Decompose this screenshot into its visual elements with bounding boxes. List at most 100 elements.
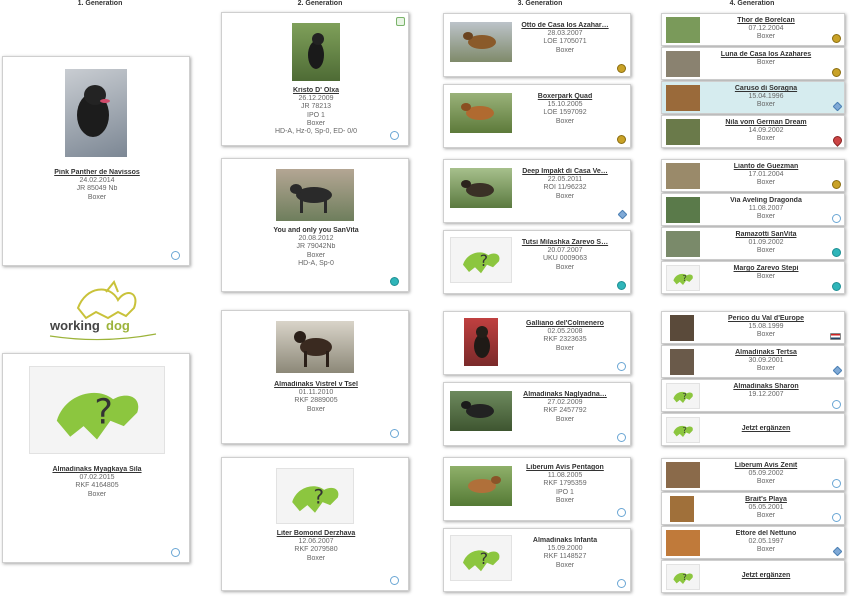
dog-name-link[interactable]: Almadinaks Myagkaya Sila [7,466,187,474]
gold-medal-icon[interactable] [617,64,626,73]
pedigree-card-gen1-2[interactable]: ? Almadinaks Myagkaya Sila 07.02.2015 RK… [2,353,190,563]
blue-circle-icon[interactable] [617,508,626,517]
pin-icon[interactable] [831,134,844,147]
dog-name-link[interactable]: Nila vom German Dream [704,119,828,127]
dog-name-link[interactable]: Perico du Val d'Europe [704,315,828,323]
pedigree-card-gen3-4[interactable]: ? Tutsi Milashka Zarevo S… 20.07.2007 UK… [443,230,631,294]
teal-circle-icon[interactable] [390,277,399,286]
teal-circle-icon[interactable] [832,248,841,257]
pedigree-card-gen3-8[interactable]: ? Almadinaks Infanta 15.09.2000 RKF 1148… [443,528,631,592]
placeholder-dog-image: ? [450,535,512,581]
dog-name-link[interactable]: Almadinaks Sharon [704,383,828,391]
gold-medal-icon[interactable] [832,68,841,77]
pedigree-card-gen4-12[interactable]: ? Jetzt ergänzen [661,413,845,446]
blue-circle-icon[interactable] [832,479,841,488]
pedigree-card-gen2-3[interactable]: Almadinaks Vistrel v Tsel 01.11.2010 RKF… [221,310,409,444]
dog-info-line: 17.01.2004 [748,171,784,179]
blue-circle-icon[interactable] [171,548,180,557]
pedigree-card-gen4-4[interactable]: Nila vom German Dream 14.09.2002 Boxer [661,115,845,148]
dog-photo [666,163,700,189]
diamond-icon[interactable] [832,546,843,557]
placeholder-dog-image: ? [666,383,700,409]
pedigree-card-gen3-6[interactable]: Almadinaks Naglyadna… 27.02.2009 RKF 245… [443,382,631,446]
dog-name-link[interactable]: Liter Bomond Derzhava [226,530,406,538]
placeholder-dog-image: ? [450,237,512,283]
dog-info-line: 28.03.2007 [547,30,583,38]
gold-medal-icon[interactable] [832,180,841,189]
dog-name-link[interactable]: Almadinaks Naglyadna… [516,391,614,399]
dog-name-link[interactable]: Liberum Avis Zenit [704,462,828,470]
pedigree-card-gen4-13[interactable]: Liberum Avis Zenit 05.09.2002 Boxer [661,458,845,491]
play-icon[interactable] [396,17,405,26]
dog-info-line: RKF 2079580 [294,546,338,554]
dog-name-link[interactable]: Brait's Playa [704,496,828,504]
svg-text:?: ? [480,252,488,270]
dog-name-link[interactable]: Caruso di Soragna [704,85,828,93]
flag-icon[interactable] [830,333,841,340]
pedigree-card-gen2-1[interactable]: Kristo D' Olxa 26.12.2009 JR 78213 IPO 1… [221,12,409,146]
blue-circle-icon[interactable] [617,362,626,371]
blue-circle-icon[interactable] [617,579,626,588]
pedigree-card-gen4-6[interactable]: Via Aveling Dragonda 11.08.2007 Boxer [661,193,845,226]
pedigree-card-gen2-2[interactable]: You and only you SanVita 20.08.2012 JR 7… [221,158,409,292]
blue-circle-icon[interactable] [832,400,841,409]
pedigree-card-gen4-3[interactable]: Caruso di Soragna 15.04.1996 Boxer [661,81,845,114]
diamond-icon[interactable] [832,365,843,376]
teal-circle-icon[interactable] [832,282,841,291]
pedigree-card-gen3-1[interactable]: Otto de Casa los Azahar… 28.03.2007 LOE … [443,13,631,77]
dog-name-link[interactable]: Luna de Casa los Azahares [704,51,828,59]
dog-name-link[interactable]: Lianto de Guezman [704,163,828,171]
teal-circle-icon[interactable] [617,281,626,290]
blue-circle-icon[interactable] [171,251,180,260]
dog-name-link[interactable]: Galliano del'Colmenero [516,320,614,328]
diamond-icon[interactable] [617,209,628,220]
pedigree-card-gen4-2[interactable]: Luna de Casa los Azahares Boxer [661,47,845,80]
add-ancestor-link[interactable]: Jetzt ergänzen [704,425,828,433]
dog-name-link[interactable]: Thor de Borelcan [704,17,828,25]
blue-circle-icon[interactable] [832,513,841,522]
dog-name-link[interactable]: Deep Impakt di Casa Ve… [516,168,614,176]
gold-medal-icon[interactable] [832,34,841,43]
pedigree-card-gen4-8[interactable]: ? Margo Zarevo Stepi Boxer [661,261,845,294]
diamond-icon[interactable] [832,101,843,112]
pedigree-card-gen3-2[interactable]: Boxerpark Quad 15.10.2005 LOE 1597092 Bo… [443,84,631,148]
dog-info-line: Boxer [756,546,776,554]
pedigree-card-gen3-5[interactable]: Galliano del'Colmenero 02.05.2008 RKF 23… [443,311,631,375]
blue-circle-icon[interactable] [390,429,399,438]
dog-name-link[interactable]: Tutsi Milashka Zarevo S… [516,239,614,247]
pedigree-card-gen1-1[interactable]: Pink Panther de Navissos 24.02.2014 JR 8… [2,56,190,266]
dog-name-link[interactable]: Almadinaks Vistrel v Tsel [226,381,406,389]
pedigree-card-gen2-4[interactable]: ? Liter Bomond Derzhava 12.06.2007 RKF 2… [221,457,409,591]
dog-name-link[interactable]: Otto de Casa los Azahar… [516,22,614,30]
pedigree-card-gen4-14[interactable]: Brait's Playa 05.05.2001 Boxer [661,492,845,525]
pedigree-card-gen4-9[interactable]: Perico du Val d'Europe 15.08.1999 Boxer [661,311,845,344]
pedigree-card-gen4-7[interactable]: Ramazotti SanVita 01.09.2002 Boxer [661,227,845,260]
logo-word-dog: dog [106,318,130,333]
blue-circle-icon[interactable] [390,576,399,585]
dog-name-link[interactable]: Ramazotti SanVita [704,231,828,239]
pedigree-card-gen4-5[interactable]: Lianto de Guezman 17.01.2004 Boxer [661,159,845,192]
blue-circle-icon[interactable] [617,433,626,442]
blue-circle-icon[interactable] [390,131,399,140]
header-generation-1: 1. Generation [77,0,123,7]
dog-info-line: 07.02.2015 [79,474,115,482]
dog-info-line: 05.05.2001 [748,504,784,512]
dog-info-line: 19.12.2007 [748,391,784,399]
pedigree-card-gen3-7[interactable]: Liberum Avis Pentagon 11.08.2005 RKF 179… [443,457,631,521]
pedigree-card-gen4-16[interactable]: ? Jetzt ergänzen [661,560,845,593]
pedigree-card-gen3-3[interactable]: Deep Impakt di Casa Ve… 22.05.2011 ROI 1… [443,159,631,223]
dog-name-link[interactable]: Margo Zarevo Stepi [704,265,828,273]
pedigree-card-gen4-1[interactable]: Thor de Borelcan 07.12.2004 Boxer [661,13,845,46]
dog-name-link[interactable]: Pink Panther de Navissos [7,169,187,177]
dog-info-line: JR 78213 [301,103,331,111]
dog-name-link[interactable]: Liberum Avis Pentagon [516,464,614,472]
add-ancestor-link[interactable]: Jetzt ergänzen [704,572,828,580]
pedigree-card-gen4-11[interactable]: ? Almadinaks Sharon 19.12.2007 [661,379,845,412]
pedigree-card-gen4-15[interactable]: Ettore del Nettuno 02.05.1997 Boxer [661,526,845,559]
blue-circle-icon[interactable] [832,214,841,223]
pedigree-card-gen4-10[interactable]: Almadinaks Tertsa 30.09.2001 Boxer [661,345,845,378]
dog-name-link[interactable]: Boxerpark Quad [516,93,614,101]
dog-name-link[interactable]: Kristo D' Olxa [226,87,406,95]
dog-name-link[interactable]: Almadinaks Tertsa [704,349,828,357]
gold-medal-icon[interactable] [617,135,626,144]
